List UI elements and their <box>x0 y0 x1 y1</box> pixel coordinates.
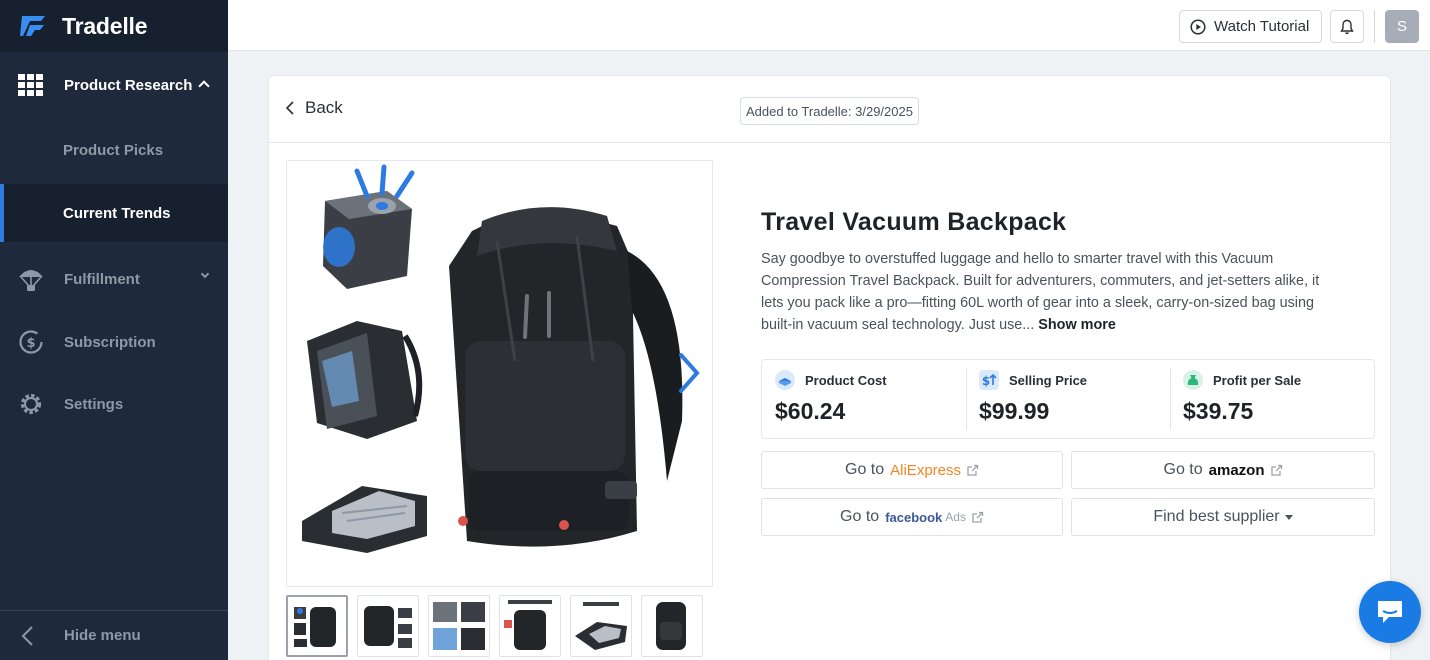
sidebar-item-label: Current Trends <box>63 204 171 222</box>
product-description: Say goodbye to overstuffed luggage and h… <box>761 248 1341 336</box>
watch-tutorial-button[interactable]: Watch Tutorial <box>1179 10 1322 43</box>
top-bar: Watch Tutorial S <box>228 0 1430 51</box>
back-button[interactable]: Back <box>285 98 343 118</box>
sidebar-item-current-trends[interactable]: Current Trends <box>0 184 228 242</box>
product-detail-card: Back Added to Tradelle: 3/29/2025 Travel… <box>268 75 1391 660</box>
sidebar-item-label: Settings <box>64 395 124 413</box>
go-to-label: Go to <box>840 508 880 525</box>
topbar-divider <box>1374 10 1375 43</box>
sidebar-item-product-picks[interactable]: Product Picks <box>0 121 228 179</box>
thumbnail-strip <box>286 595 703 657</box>
thumbnail-5[interactable] <box>570 595 632 657</box>
go-to-amazon-button[interactable]: Go to amazon <box>1071 451 1375 489</box>
hide-menu-label: Hide menu <box>64 627 141 644</box>
external-link-icon <box>967 464 979 476</box>
sidebar-item-subscription[interactable]: $ Subscription <box>0 312 228 372</box>
show-more-link[interactable]: Show more <box>1038 317 1116 333</box>
thumbnail-4[interactable] <box>499 595 561 657</box>
stat-selling-price: $ Selling Price $99.99 <box>966 360 1170 438</box>
stat-product-cost: Product Cost $60.24 <box>762 360 966 438</box>
notifications-button[interactable] <box>1330 10 1364 43</box>
stat-label: Selling Price <box>1009 372 1088 388</box>
go-to-aliexpress-button[interactable]: Go to AliExpress <box>761 451 1063 489</box>
dollar-up-icon: $ <box>979 370 999 390</box>
money-bag-icon <box>1183 370 1203 390</box>
sidebar-item-product-research[interactable]: Product Research <box>0 55 228 115</box>
external-link-icon <box>1270 464 1282 476</box>
bell-icon <box>1340 19 1354 34</box>
parachute-icon <box>18 266 44 292</box>
caret-down-icon <box>1284 514 1293 520</box>
watch-tutorial-label: Watch Tutorial <box>1214 18 1310 35</box>
app-name: Tradelle <box>62 12 148 39</box>
svg-text:$: $ <box>982 374 990 388</box>
tradelle-logo-icon <box>20 16 45 36</box>
back-label: Back <box>305 98 343 117</box>
facebook-logo: facebook <box>885 509 943 525</box>
chevron-left-icon <box>285 101 294 115</box>
go-to-label: Go to <box>845 461 885 478</box>
pricing-stats: Product Cost $60.24 $ Selling Price $99.… <box>761 359 1375 439</box>
find-supplier-label: Find best supplier <box>1153 508 1280 525</box>
sidebar-item-label: Product Picks <box>63 141 164 159</box>
product-title: Travel Vacuum Backpack <box>761 208 1067 236</box>
chat-bubble-icon <box>1378 601 1402 623</box>
box-icon <box>775 370 795 390</box>
chevron-left-icon <box>20 625 44 646</box>
thumbnail-3[interactable] <box>428 595 490 657</box>
user-avatar[interactable]: S <box>1385 10 1419 43</box>
app-logo[interactable]: Tradelle <box>0 0 228 52</box>
stat-value: $39.75 <box>1183 398 1254 424</box>
chat-support-button[interactable] <box>1359 581 1421 643</box>
sidebar: Tradelle Product Research Product Picks … <box>0 0 228 660</box>
sidebar-item-label: Fulfillment <box>64 270 140 288</box>
sidebar-item-label: Product Research <box>64 76 193 94</box>
backpack-image <box>302 164 683 553</box>
stat-profit-per-sale: Profit per Sale $39.75 <box>1170 360 1374 438</box>
product-main-image <box>286 160 713 587</box>
go-to-label: Go to <box>1163 461 1203 478</box>
find-best-supplier-dropdown[interactable]: Find best supplier <box>1071 498 1375 536</box>
svg-text:$: $ <box>26 336 35 351</box>
thumbnail-2[interactable] <box>357 595 419 657</box>
added-date-badge: Added to Tradelle: 3/29/2025 <box>740 97 919 125</box>
gear-icon <box>18 391 44 417</box>
sidebar-item-label: Subscription <box>64 333 156 351</box>
aliexpress-logo: AliExpress <box>890 461 961 479</box>
stat-label: Profit per Sale <box>1213 372 1302 388</box>
chevron-up-icon <box>198 80 210 92</box>
thumbnail-6[interactable] <box>641 595 703 657</box>
amazon-logo: amazon <box>1208 461 1265 479</box>
sidebar-item-fulfillment[interactable]: Fulfillment <box>0 249 228 309</box>
card-header: Back Added to Tradelle: 3/29/2025 <box>269 76 1390 143</box>
next-image-arrow-icon[interactable] <box>676 351 702 395</box>
stat-value: $99.99 <box>979 398 1050 424</box>
go-to-facebook-ads-button[interactable]: Go to facebook Ads <box>761 498 1063 536</box>
stat-label: Product Cost <box>805 372 887 388</box>
grid-icon <box>18 72 44 98</box>
play-circle-icon <box>1190 18 1206 35</box>
sidebar-item-settings[interactable]: Settings <box>0 374 228 434</box>
stat-value: $60.24 <box>775 398 846 424</box>
hide-menu-button[interactable]: Hide menu <box>0 610 228 660</box>
thumbnail-1[interactable] <box>286 595 348 657</box>
external-link-icon <box>972 511 984 523</box>
ads-label: Ads <box>945 510 966 524</box>
chevron-down-icon <box>200 269 210 279</box>
dollar-cycle-icon: $ <box>18 329 44 355</box>
